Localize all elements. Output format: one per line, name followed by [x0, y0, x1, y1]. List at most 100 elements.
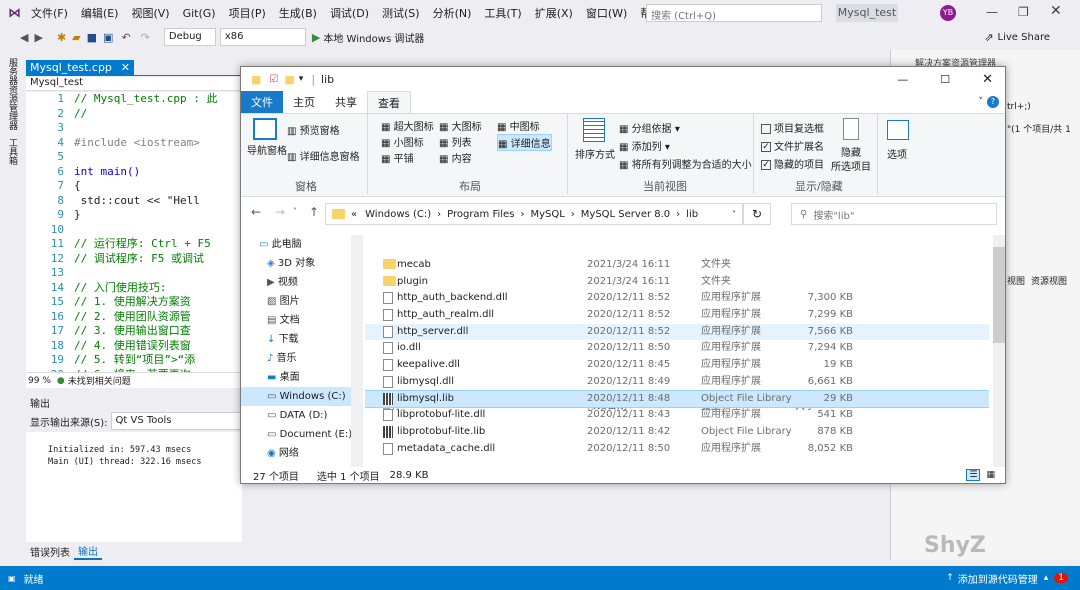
menu-item[interactable]: 测试(S) — [382, 5, 420, 21]
tab-error-list[interactable]: 错误列表 — [26, 544, 74, 559]
notification-badge[interactable]: 1 — [1054, 573, 1068, 583]
file-row[interactable]: libmysql.dll 2020/12/11 8:49 应用程序扩展 6,661 K… — [365, 374, 989, 391]
menu-item[interactable]: 项目(P) — [229, 5, 266, 21]
layout-option[interactable]: ▦ 列表 — [439, 134, 472, 149]
nav-item[interactable]: ◈ 3D 对象 — [241, 254, 351, 273]
run-button[interactable]: 本地 Windows 调试器 — [323, 30, 424, 45]
menu-item[interactable]: 扩展(X) — [535, 5, 573, 21]
details-view-icon[interactable]: ☰ — [966, 469, 981, 481]
layout-option[interactable]: ▦ 中图标 — [497, 118, 540, 133]
menu-item[interactable]: 生成(B) — [279, 5, 317, 21]
nav-item[interactable]: ↓ 下载 — [241, 330, 351, 349]
breadcrumb-item[interactable]: Windows (C:) — [365, 209, 431, 220]
fit-columns-button[interactable]: ▦ 将所有列调整为合适的大小 — [619, 156, 752, 171]
nav-item[interactable]: ♪ 音乐 — [241, 349, 351, 368]
file-row[interactable]: mecab 2021/3/24 16:11 文件夹 — [365, 257, 989, 274]
nav-item[interactable]: ▭ Document (E:) — [241, 425, 351, 444]
platform-select[interactable]: x86 — [219, 28, 306, 46]
file-row[interactable]: libprotobuf-lite.lib 2020/12/11 8:42 Objec… — [365, 424, 989, 441]
save-all-icon[interactable]: ▣ — [103, 31, 113, 44]
address-dropdown-icon[interactable]: ˅ — [732, 210, 736, 219]
file-row[interactable]: metadata_cache.dll 2020/12/11 8:50 应用程序扩展 8… — [365, 441, 989, 458]
recent-chevron-icon[interactable]: ˅ — [293, 207, 297, 216]
menu-item[interactable]: 文件(F) — [31, 5, 68, 21]
tab-file[interactable]: 文件 — [241, 91, 283, 113]
group-by-button[interactable]: ▦ 分组依据 ▾ — [619, 120, 680, 135]
properties-icon[interactable]: ☑ — [269, 74, 278, 85]
maximize-icon[interactable]: ☐ — [940, 73, 950, 86]
file-row[interactable]: keepalive.dll 2020/12/11 8:45 应用程序扩展 19 KB — [365, 357, 989, 374]
file-row[interactable]: plugin 2021/3/24 16:11 文件夹 — [365, 274, 989, 291]
vs-search-input[interactable]: 搜索 (Ctrl+Q) — [646, 4, 822, 22]
sort-button[interactable]: 排序方式 — [575, 146, 615, 161]
live-share-button[interactable]: Live Share — [998, 32, 1050, 43]
address-bar[interactable]: « Windows (C:) › Program Files › MySQL › MySQL … — [325, 203, 743, 225]
solution-root[interactable]: "(1 个项目/共 1 — [1007, 122, 1071, 135]
close-tab-icon[interactable]: ✕ — [121, 61, 130, 74]
tab-view[interactable]: 查看 — [367, 90, 411, 114]
tab-share[interactable]: 共享 — [325, 91, 367, 113]
checkbox-checked[interactable]: ✓ — [761, 160, 771, 170]
ribbon-collapse-icon[interactable]: ˅ — [979, 97, 984, 107]
nav-item[interactable]: ▭ DATA (D:) — [241, 406, 351, 425]
server-explorer-tab[interactable]: 服务器资源管理器 — [6, 58, 19, 130]
menu-item[interactable]: 窗口(W) — [586, 5, 627, 21]
checkbox-checked[interactable]: ✓ — [761, 142, 771, 152]
add-column-button[interactable]: ▦ 添加列 ▾ — [619, 138, 670, 153]
layout-option[interactable]: ▦ 内容 — [439, 150, 472, 165]
new-project-icon[interactable]: ✱ — [57, 31, 66, 44]
back-icon[interactable]: ◀ — [20, 31, 28, 44]
file-row[interactable]: http_server.dll 2020/12/11 8:52 应用程序扩展 7,56… — [365, 323, 989, 341]
preview-pane-button[interactable]: ▥ 预览窗格 — [287, 122, 340, 137]
output-source-select[interactable]: Qt VS Tools — [110, 412, 241, 430]
nav-item[interactable]: ▤ 文档 — [241, 311, 351, 330]
search-box[interactable]: ⚲ 搜索"lib" — [791, 203, 997, 225]
nav-item[interactable]: ▶ 视频 — [241, 273, 351, 292]
tab-home[interactable]: 主页 — [283, 91, 325, 113]
minimize-icon[interactable]: — — [986, 5, 998, 19]
breadcrumb-item[interactable]: MySQL Server 8.0 — [581, 209, 670, 220]
large-icons-view-icon[interactable]: ▦ — [986, 470, 995, 480]
nav-item[interactable]: ▭ Windows (C:) — [241, 387, 351, 406]
file-row[interactable]: libmysql.lib 2020/12/11 8:48 Object File L… — [365, 389, 989, 409]
help-icon[interactable]: ? — [987, 96, 999, 108]
open-icon[interactable]: ▰ — [72, 31, 80, 44]
hide-button[interactable]: 隐藏 — [841, 144, 861, 159]
menu-item[interactable]: 视图(V) — [131, 5, 169, 21]
nav-scrollbar[interactable] — [351, 235, 363, 467]
file-row[interactable]: http_auth_backend.dll 2020/12/11 8:52 应用程序… — [365, 290, 989, 307]
breadcrumb-item[interactable]: Program Files — [447, 209, 514, 220]
tab-view[interactable]: 视图 — [1007, 274, 1025, 287]
forward-icon[interactable]: → — [275, 205, 285, 219]
close-icon[interactable]: ✕ — [982, 72, 993, 87]
tab-output[interactable]: 输出 — [74, 543, 102, 560]
file-row[interactable]: io.dll 2020/12/11 8:50 应用程序扩展 7,294 KB — [365, 340, 989, 357]
checkbox-unchecked[interactable] — [761, 124, 771, 134]
file-ext-option[interactable]: ✓ 文件扩展名 — [761, 138, 824, 153]
qat-chevron-icon[interactable]: ▾ — [299, 74, 304, 84]
nav-pane-button[interactable]: 导航窗格 — [247, 142, 287, 157]
scroll-thumb[interactable] — [993, 247, 1005, 343]
layout-option[interactable]: ▦ 小图标 — [381, 134, 424, 149]
config-select[interactable]: Debug — [163, 28, 216, 46]
hidden-items-option[interactable]: ✓ 隐藏的项目 — [761, 156, 824, 171]
zoom-level[interactable]: 99 % — [28, 376, 51, 386]
files-scrollbar[interactable] — [993, 235, 1005, 467]
refresh-icon[interactable]: ↻ — [743, 203, 771, 225]
back-icon[interactable]: ← — [251, 205, 261, 219]
breadcrumb-item[interactable]: MySQL — [530, 209, 564, 220]
avatar[interactable]: YB — [940, 5, 956, 21]
menu-item[interactable]: 工具(T) — [484, 5, 521, 21]
tab-resource-view[interactable]: 资源视图 — [1031, 274, 1067, 287]
minimize-icon[interactable]: — — [897, 73, 908, 86]
tab-editor-file[interactable]: Mysql_test.cpp ✕ — [26, 60, 134, 75]
editor-scope[interactable]: Mysql_test — [26, 77, 242, 91]
nav-item[interactable]: ▭ 此电脑 — [241, 235, 351, 254]
restore-icon[interactable]: ❐ — [1018, 5, 1029, 19]
close-icon[interactable]: ✕ — [1050, 3, 1062, 19]
nav-item[interactable]: ◉ 网络 — [241, 444, 351, 463]
menu-item[interactable]: 编辑(E) — [81, 5, 119, 21]
breadcrumb-item[interactable]: lib — [686, 209, 698, 220]
item-checkbox-option[interactable]: 项目复选框 — [761, 120, 824, 135]
menu-item[interactable]: 调试(D) — [330, 5, 369, 21]
